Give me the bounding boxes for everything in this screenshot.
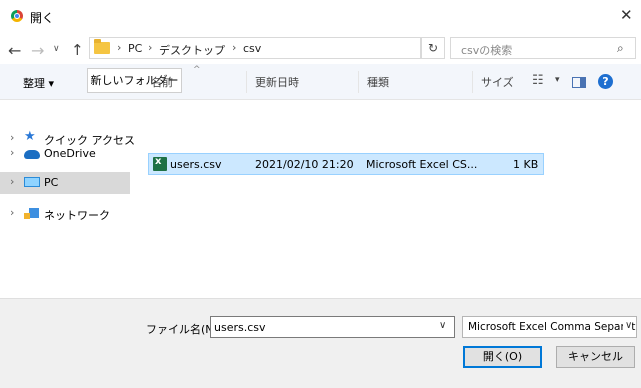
refresh-button[interactable]: ↻ [421, 37, 445, 59]
sidebar-item-label: OneDrive [44, 147, 96, 160]
excel-file-icon [153, 156, 167, 171]
back-arrow-icon[interactable]: ← [8, 41, 21, 60]
search-input[interactable]: csvの検索 ⌕ [450, 37, 636, 59]
filename-value: users.csv [214, 321, 266, 334]
recent-locations-dropdown-icon[interactable]: ∨ [53, 44, 60, 54]
sidebar-item-pc[interactable]: › PC [0, 172, 130, 194]
close-icon[interactable]: ✕ [620, 6, 633, 24]
column-divider[interactable] [358, 71, 359, 93]
star-icon: ★ [24, 129, 36, 144]
command-toolbar: 整理 ▾ 新しいフォルダー ☷ ▾ ? [0, 64, 641, 100]
address-bar[interactable]: › PC › デスクトップ › csv ∨ [89, 37, 493, 59]
forward-arrow-icon[interactable]: → [31, 41, 44, 60]
column-divider[interactable] [246, 71, 247, 93]
column-header-type[interactable]: 種類 [367, 74, 389, 90]
filename-dropdown-icon[interactable]: ∨ [439, 320, 446, 331]
expand-chevron-icon[interactable]: › [10, 146, 14, 159]
sort-ascending-icon: ^ [193, 65, 201, 75]
file-size: 1 KB [513, 158, 539, 171]
filename-input[interactable]: users.csv ∨ [210, 316, 455, 338]
view-dropdown-icon[interactable]: ▾ [555, 75, 560, 85]
file-row-users-csv[interactable]: users.csv 2021/02/10 21:20 Microsoft Exc… [148, 153, 544, 175]
breadcrumb-separator: › [117, 41, 122, 54]
file-type-dropdown-icon[interactable]: ∨ [623, 320, 633, 331]
title-bar: 開く ✕ [0, 0, 641, 32]
organize-button[interactable]: 整理 ▾ [23, 75, 54, 91]
folder-icon [94, 39, 110, 54]
computer-icon [24, 177, 40, 187]
breadcrumb-desktop[interactable]: デスクトップ [159, 42, 225, 58]
help-icon[interactable]: ? [598, 74, 613, 89]
column-divider[interactable] [472, 71, 473, 93]
sidebar-item-network[interactable]: › ネットワーク [0, 203, 130, 225]
file-modified: 2021/02/10 21:20 [255, 158, 354, 171]
sidebar-item-label: ネットワーク [44, 209, 110, 222]
sidebar-item-label: PC [44, 176, 59, 189]
column-header-modified[interactable]: 更新日時 [255, 74, 299, 90]
search-placeholder: csvの検索 [461, 44, 513, 57]
file-name: users.csv [170, 158, 222, 171]
column-header-size[interactable]: サイズ [481, 74, 514, 90]
file-type-select[interactable]: Microsoft Excel Comma Separated ∨ [462, 316, 637, 338]
open-button[interactable]: 開く(O) [463, 346, 542, 368]
search-icon[interactable]: ⌕ [617, 41, 624, 56]
window-title: 開く [30, 11, 55, 25]
chrome-app-icon [11, 10, 23, 22]
expand-chevron-icon[interactable]: › [10, 206, 14, 219]
file-type: Microsoft Excel CS... [366, 158, 478, 171]
network-icon [24, 208, 39, 219]
sidebar-item-onedrive[interactable]: › OneDrive [0, 143, 130, 165]
view-options-icon[interactable]: ☷ [532, 73, 544, 88]
preview-pane-icon[interactable] [572, 77, 586, 88]
file-type-value: Microsoft Excel Comma Separated [468, 321, 637, 333]
breadcrumb-csv[interactable]: csv [243, 42, 261, 55]
breadcrumb-separator: › [148, 41, 153, 54]
file-dialog-footer: ファイル名(N): users.csv ∨ Microsoft Excel Co… [0, 298, 641, 388]
cloud-icon [24, 150, 40, 159]
breadcrumb-pc[interactable]: PC [128, 42, 142, 55]
breadcrumb-separator: › [232, 41, 237, 54]
up-arrow-icon[interactable]: ↑ [71, 41, 84, 59]
column-header-name[interactable]: 名前 [151, 74, 173, 90]
cancel-button[interactable]: キャンセル [556, 346, 635, 368]
expand-chevron-icon[interactable]: › [10, 175, 14, 188]
